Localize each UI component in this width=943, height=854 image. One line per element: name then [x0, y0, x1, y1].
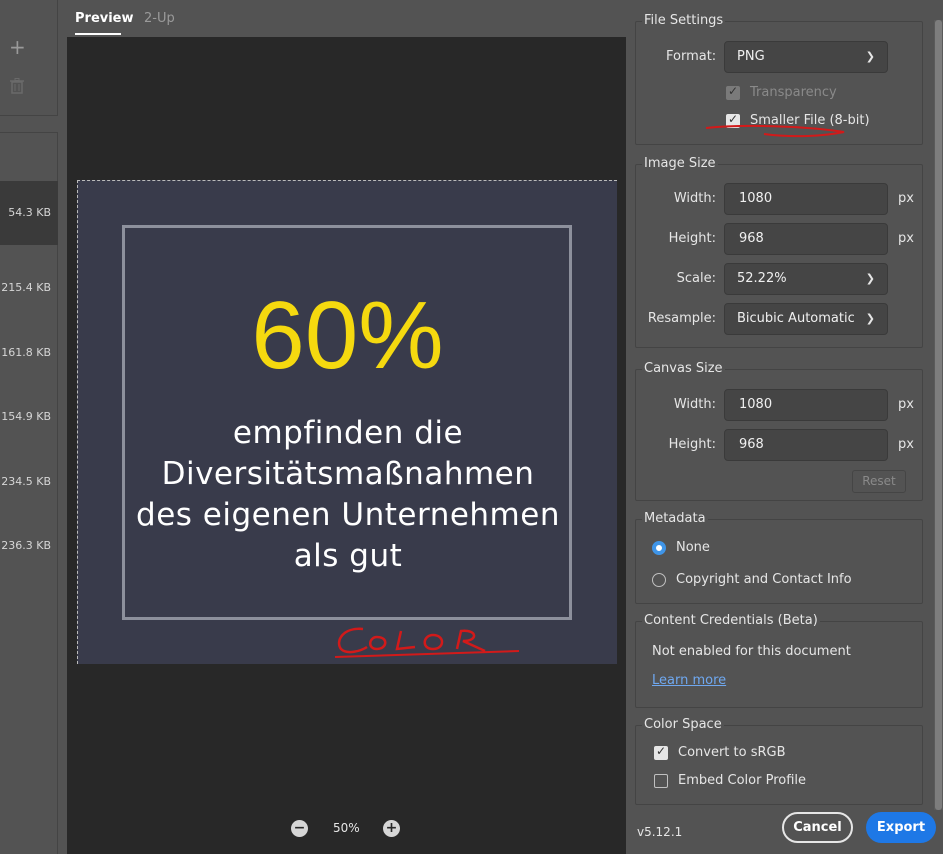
- section-title: File Settings: [642, 13, 726, 28]
- caption-text: empfinden die Diversitätsmaßnahmen des e…: [78, 413, 618, 577]
- version-label: v5.12.1: [637, 825, 683, 839]
- format-dropdown[interactable]: PNG ❯: [724, 41, 888, 73]
- cancel-button[interactable]: Cancel: [782, 812, 853, 843]
- unit-label: px: [898, 231, 914, 246]
- chevron-down-icon: ❯: [865, 312, 875, 325]
- metadata-option-label: None: [676, 540, 710, 555]
- section-title: Content Credentials (Beta): [642, 613, 820, 628]
- asset-size-item[interactable]: 234.5 KB: [0, 450, 58, 514]
- plus-icon[interactable]: +: [9, 35, 26, 59]
- section-title: Metadata: [642, 511, 708, 526]
- reset-button[interactable]: Reset: [852, 470, 906, 493]
- format-value: PNG: [737, 49, 765, 64]
- asset-size-item[interactable]: 54.3 KB: [0, 181, 58, 245]
- preview-tabs: Preview 2-Up: [67, 0, 627, 36]
- height-label: Height:: [668, 231, 716, 246]
- canvas-width-field[interactable]: 1080: [724, 389, 888, 421]
- export-button[interactable]: Export: [866, 812, 936, 843]
- metadata-copyright-radio[interactable]: [652, 573, 666, 587]
- color-annotation-scribble: [334, 627, 520, 658]
- zoom-in-button[interactable]: +: [383, 820, 400, 837]
- section-title: Canvas Size: [642, 361, 725, 376]
- scrollbar-thumb[interactable]: [935, 20, 942, 810]
- transparency-checkbox[interactable]: ✓: [726, 84, 740, 100]
- color-space-section: [635, 725, 923, 805]
- caption-line: des eigenen Unternehmen: [136, 497, 560, 533]
- asset-size-item[interactable]: 154.9 KB: [0, 385, 58, 449]
- credentials-status: Not enabled for this document: [652, 644, 851, 659]
- caption-line: Diversitätsmaßnahmen: [161, 456, 535, 492]
- caption-line: empfinden die: [232, 415, 464, 451]
- section-title: Image Size: [642, 156, 718, 171]
- width-label: Width:: [673, 191, 716, 206]
- metadata-option-label: Copyright and Contact Info: [676, 572, 852, 587]
- tab-preview[interactable]: Preview: [75, 11, 134, 26]
- height-label: Height:: [668, 437, 716, 452]
- embed-profile-label: Embed Color Profile: [678, 773, 807, 788]
- unit-label: px: [898, 191, 914, 206]
- chevron-down-icon: ❯: [865, 272, 875, 285]
- export-as-dialog: + 54.3 KB 215.4 KB 161.8 KB 154.9 KB 234…: [0, 0, 943, 854]
- asset-size-item[interactable]: 236.3 KB: [0, 514, 58, 578]
- metadata-section: [635, 519, 923, 604]
- zoom-level: 50%: [333, 821, 360, 835]
- image-height-field[interactable]: 968: [724, 223, 888, 255]
- trash-icon[interactable]: [10, 78, 24, 94]
- zoom-out-button[interactable]: −: [291, 820, 308, 837]
- red-underline-annotation: [705, 124, 845, 138]
- unit-label: px: [898, 437, 914, 452]
- embed-profile-checkbox[interactable]: [654, 774, 668, 788]
- image-width-field[interactable]: 1080: [724, 183, 888, 215]
- convert-srgb-label: Convert to sRGB: [678, 745, 786, 760]
- asset-size-item[interactable]: 161.8 KB: [0, 321, 58, 385]
- asset-actions: +: [0, 0, 58, 116]
- resample-dropdown[interactable]: Bicubic Automatic ❯: [724, 303, 888, 335]
- resample-value: Bicubic Automatic: [737, 311, 855, 326]
- zoom-control: − 50% +: [291, 818, 403, 840]
- caption-line: als gut: [293, 538, 403, 574]
- chevron-down-icon: ❯: [865, 50, 875, 63]
- headline-percent: 60%: [251, 282, 444, 389]
- active-tab-indicator: [75, 33, 121, 35]
- scale-value: 52.22%: [737, 271, 787, 286]
- transparency-label: Transparency: [750, 85, 837, 100]
- settings-panel: File Settings Format: PNG ❯ ✓ Transparen…: [626, 0, 943, 854]
- metadata-none-radio[interactable]: [652, 541, 666, 555]
- convert-srgb-checkbox[interactable]: ✓: [654, 744, 668, 760]
- learn-more-link[interactable]: Learn more: [652, 673, 726, 688]
- unit-label: px: [898, 397, 914, 412]
- canvas-height-field[interactable]: 968: [724, 429, 888, 461]
- panel-scrollbar[interactable]: [934, 20, 943, 810]
- preview-area: 60% empfinden die Diversitätsmaßnahmen d…: [67, 37, 626, 854]
- scale-label: Scale:: [676, 271, 716, 286]
- section-title: Color Space: [642, 717, 724, 732]
- preview-canvas: 60% empfinden die Diversitätsmaßnahmen d…: [77, 180, 617, 664]
- format-label: Format:: [666, 49, 717, 64]
- resample-label: Resample:: [647, 311, 716, 326]
- content-credentials-section: [635, 621, 923, 708]
- asset-size-item[interactable]: 215.4 KB: [0, 256, 58, 320]
- asset-size-list: 54.3 KB 215.4 KB 161.8 KB 154.9 KB 234.5…: [0, 132, 58, 854]
- width-label: Width:: [673, 397, 716, 412]
- scale-dropdown[interactable]: 52.22% ❯: [724, 263, 888, 295]
- tab-2-up[interactable]: 2-Up: [144, 11, 175, 26]
